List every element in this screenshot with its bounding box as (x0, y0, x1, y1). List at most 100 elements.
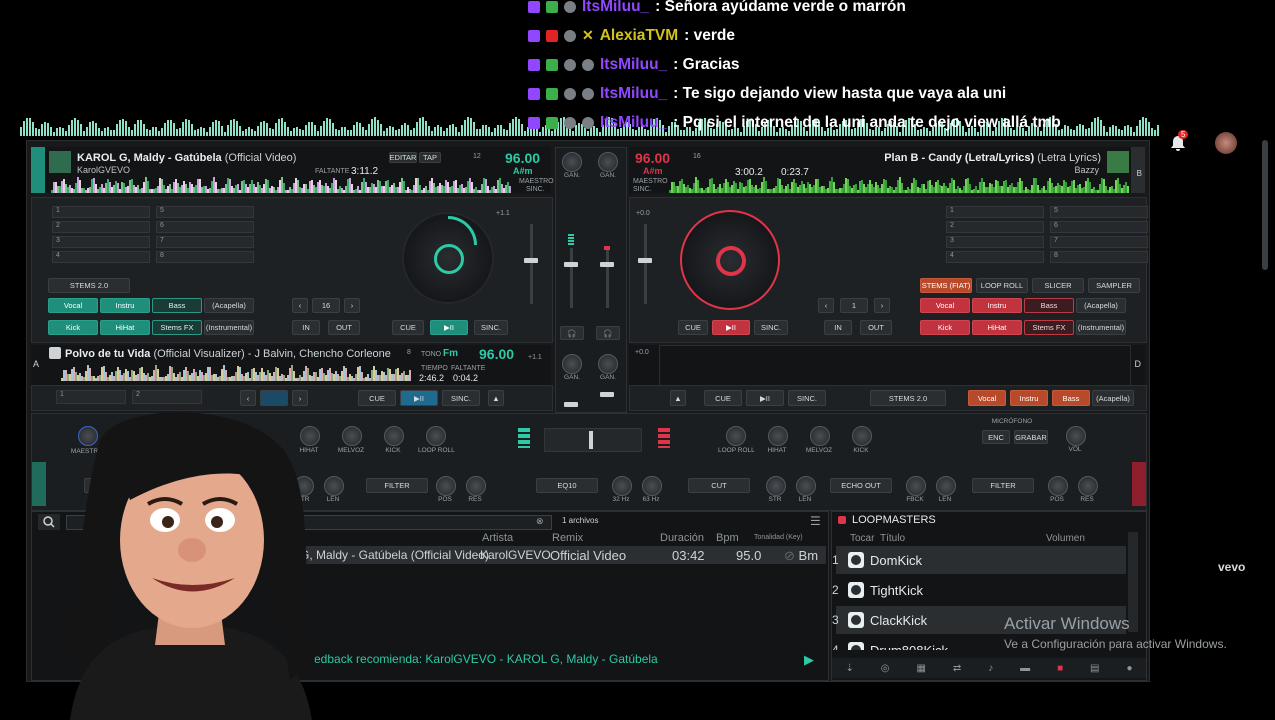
eq-select[interactable]: EQ10 (536, 478, 598, 493)
deck-b-loop-in[interactable]: IN (824, 320, 852, 335)
pad-kick[interactable]: Kick (48, 320, 98, 335)
deck-a-jogwheel[interactable] (402, 212, 494, 304)
fx-b-str-knob[interactable] (766, 476, 786, 496)
deck-a-tap-button[interactable]: TAP (419, 152, 441, 163)
fx-melvoz-knob[interactable] (810, 426, 830, 446)
fx-kick-knob[interactable] (384, 426, 404, 446)
eq-32hz-knob[interactable] (612, 476, 632, 496)
deck-a-waveform[interactable] (51, 177, 511, 193)
pad-vocal[interactable]: Vocal (920, 298, 970, 313)
fx-b-filter-select[interactable]: FILTER (972, 478, 1034, 493)
hotcue-slot[interactable]: 3 (52, 236, 150, 248)
pad-hihat[interactable]: HiHat (972, 320, 1022, 335)
deck-b-loop-size[interactable]: 1 (840, 298, 868, 313)
fx-b-len2-knob[interactable] (936, 476, 956, 496)
deck-a-play-button[interactable]: ▶II (430, 320, 468, 335)
channel-a-fader-cap[interactable] (564, 262, 578, 267)
sampler-shuffle-icon[interactable]: ⇄ (953, 663, 961, 674)
sampler-drum-icon[interactable]: ◎ (881, 663, 890, 674)
column-bpm[interactable]: Bpm (716, 532, 739, 544)
hotcue-slot[interactable]: 1 (946, 206, 1044, 218)
deck-a-sync-button[interactable]: SINC. (474, 320, 508, 335)
fx-loop-roll-knob[interactable] (426, 426, 446, 446)
deck-a-loop-up[interactable]: › (344, 298, 360, 313)
pad-instrumental[interactable]: (Instrumental) (1076, 320, 1126, 335)
chat-username[interactable]: ItsMiluu_ (582, 0, 649, 16)
deck-b-loop-up[interactable]: › (874, 298, 890, 313)
deck-a-loop-size[interactable]: 16 (312, 298, 340, 313)
deck-d-cue-button[interactable]: CUE (704, 390, 742, 406)
deck-b-pitch-cap[interactable] (638, 258, 652, 263)
pad-bass[interactable]: Bass (152, 298, 202, 313)
deck-b-pitch-fader[interactable] (644, 224, 647, 304)
pad-stemsfx[interactable]: Stems FX (1024, 320, 1074, 335)
sampler-tool-icon[interactable]: ⇣ (845, 663, 853, 674)
fx-a-res-knob[interactable] (466, 476, 486, 496)
deck-d-play-button[interactable]: ▶II (746, 390, 784, 406)
gain-d-knob[interactable] (598, 354, 618, 374)
sampler-folder-icon[interactable]: ▬ (1020, 663, 1030, 674)
deck-c-cue-button[interactable]: CUE (358, 390, 396, 406)
kick-drum-icon[interactable] (848, 582, 864, 598)
hotcue-slot[interactable]: 2 (946, 221, 1044, 233)
chat-username[interactable]: AlexiaTVM (600, 27, 678, 45)
deck-b-stems-button[interactable]: STEMS (FIAT) (920, 278, 972, 293)
gain-a-knob[interactable] (562, 152, 582, 172)
deck-b-loop-roll-button[interactable]: LOOP ROLL (976, 278, 1028, 293)
deck-d-sync-button[interactable]: SINC. (788, 390, 826, 406)
page-scrollbar[interactable] (1262, 140, 1268, 270)
hotcue-slot[interactable]: 4 (946, 251, 1044, 263)
hotcue-slot[interactable]: 1 (52, 206, 150, 218)
kick-drum-icon[interactable] (848, 552, 864, 568)
kick-drum-icon[interactable] (848, 642, 864, 650)
channel-c-fader-cap[interactable] (564, 402, 578, 407)
pad-bass[interactable]: Bass (1024, 298, 1074, 313)
column-duration[interactable]: Duración (660, 532, 704, 544)
deck-b-jogwheel[interactable] (680, 210, 780, 310)
deck-a-loop-out[interactable]: OUT (328, 320, 360, 335)
deck-b-loop-down[interactable]: ‹ (818, 298, 834, 313)
hotcue-slot[interactable]: 7 (1050, 236, 1148, 248)
hotcue-slot[interactable]: 4 (52, 251, 150, 263)
deck-c-sync-button[interactable]: SINC. (442, 390, 480, 406)
clear-search-icon[interactable]: ⊗ (536, 516, 544, 527)
notification-bell-icon[interactable]: 5 (1168, 130, 1189, 154)
deck-b-waveform[interactable] (669, 177, 1129, 193)
sampler-item[interactable]: 2 TightKick (832, 576, 1126, 604)
fx-loop-roll-knob[interactable] (726, 426, 746, 446)
fx-b-fbck-knob[interactable] (906, 476, 926, 496)
pad-instru[interactable]: Instru (972, 298, 1022, 313)
hotcue-slot[interactable]: 6 (1050, 221, 1148, 233)
gain-b-knob[interactable] (598, 152, 618, 172)
deck-b-loop-out[interactable]: OUT (860, 320, 892, 335)
pad-stemsfx[interactable]: Stems FX (152, 320, 202, 335)
headphone-a-button[interactable]: 🎧 (560, 326, 584, 340)
deck-a-loop-down[interactable]: ‹ (292, 298, 308, 313)
hotcue-slot[interactable]: 2 (52, 221, 150, 233)
play-suggestion-icon[interactable]: ▶ (804, 652, 814, 668)
fx-a-pos-knob[interactable] (436, 476, 456, 496)
chat-username[interactable]: ItsMiluu_ (600, 85, 667, 103)
deck-d-pad-instru[interactable]: Instru (1010, 390, 1048, 406)
fx-b-len-knob[interactable] (796, 476, 816, 496)
deck-b-play-button[interactable]: ▶II (712, 320, 750, 335)
channel-b-fader-cap[interactable] (600, 262, 614, 267)
pad-instru[interactable]: Instru (100, 298, 150, 313)
crossfader-cap[interactable] (589, 431, 593, 449)
hotcue-slot[interactable]: 8 (156, 251, 254, 263)
sampler-grid-icon[interactable]: ▦ (916, 663, 925, 674)
mic-volume-knob[interactable] (1066, 426, 1086, 446)
table-row[interactable]: G, Maldy - Gatúbela (Official Video) Kar… (292, 546, 826, 564)
channel-a-fader[interactable] (570, 248, 573, 308)
channel-d-fader-cap[interactable] (600, 392, 614, 397)
fx-kick-knob[interactable] (852, 426, 872, 446)
deck-b-slicer-button[interactable]: SLICER (1032, 278, 1084, 293)
deck-c-waveform[interactable] (61, 365, 411, 381)
pad-kick[interactable]: Kick (920, 320, 970, 335)
fx-b-echo-select[interactable]: ECHO OUT (830, 478, 892, 493)
deck-d-empty-waveform[interactable] (659, 345, 1131, 387)
column-artist[interactable]: Artista (482, 532, 513, 544)
mic-record-button[interactable]: GRABAR (1014, 430, 1048, 444)
fx-a-filter-select[interactable]: FILTER (366, 478, 428, 493)
pad-hihat[interactable]: HiHat (100, 320, 150, 335)
